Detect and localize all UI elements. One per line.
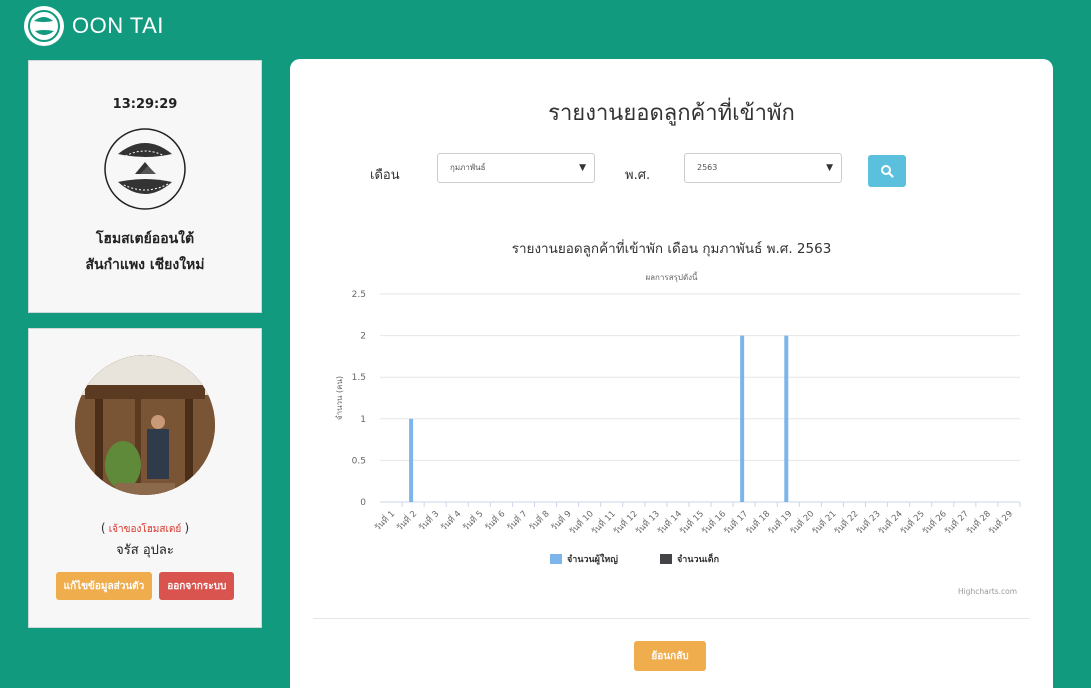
x-tick-label: วันที่ 6 xyxy=(482,508,508,534)
year-select[interactable]: 2563 ▼ xyxy=(684,153,842,183)
caret-down-icon: ▼ xyxy=(579,163,586,173)
y-tick-label: 1.5 xyxy=(352,373,366,383)
fish-logo-icon[interactable] xyxy=(24,6,64,46)
page-title: รายงานยอดลูกค้าที่เข้าพัก xyxy=(548,101,795,126)
x-tick-label: วันที่ 1 xyxy=(371,508,397,534)
avatar xyxy=(75,355,215,495)
fish-emblem-icon xyxy=(100,124,190,214)
x-tick-label: วันที่ 4 xyxy=(438,508,464,534)
brand-name[interactable]: OON TAI xyxy=(72,13,164,39)
y-tick-label: 2.5 xyxy=(352,290,366,300)
divider xyxy=(313,618,1029,619)
search-icon xyxy=(881,165,894,178)
legend-swatch xyxy=(660,554,672,564)
back-button[interactable]: ย้อนกลับ xyxy=(634,641,706,671)
y-tick-label: 0.5 xyxy=(352,456,366,466)
homestay-name: โฮมสเตย์ออนใต้ xyxy=(95,231,195,247)
x-tick-label: วันที่ 5 xyxy=(460,508,486,534)
y-tick-label: 0 xyxy=(360,498,366,508)
search-button[interactable] xyxy=(868,155,906,187)
legend-label: จำนวนเด็ก xyxy=(677,552,719,565)
year-label: พ.ศ. xyxy=(625,168,651,183)
logout-button[interactable]: ออกจากระบบ xyxy=(159,572,235,600)
x-tick-label: วันที่ 8 xyxy=(526,508,552,534)
highcharts-credit[interactable]: Highcharts.com xyxy=(958,587,1017,596)
role-paren-close: ) xyxy=(184,521,190,535)
chart-subtitle: ผลการสรุปดังนี้ xyxy=(645,273,698,282)
bar xyxy=(784,335,789,502)
year-select-value: 2563 xyxy=(697,163,718,172)
month-select-value: กุมภาพันธ์ xyxy=(450,163,486,172)
bar xyxy=(409,418,414,502)
homestay-location: สันกำแพง เชียงใหม่ xyxy=(85,257,205,273)
edit-profile-button[interactable]: แก้ไขข้อมูลส่วนตัว xyxy=(55,572,153,600)
x-tick-label: วันที่ 29 xyxy=(986,508,1015,537)
clock: 13:29:29 xyxy=(112,97,178,112)
report-content-card: รายงานยอดลูกค้าที่เข้าพัก เดือน กุมภาพัน… xyxy=(290,59,1053,688)
legend-label: จำนวนผู้ใหญ่ xyxy=(567,553,618,565)
user-role: เจ้าของโฮมสเตย์ xyxy=(108,524,182,535)
customer-report-chart: 00.511.522.5จำนวน (คน)วันที่ 1วันที่ 2วั… xyxy=(335,290,1021,565)
caret-down-icon: ▼ xyxy=(826,163,833,173)
chart-title: รายงานยอดลูกค้าที่เข้าพัก เดือน กุมภาพัน… xyxy=(511,241,832,257)
y-axis-title: จำนวน (คน) xyxy=(335,376,344,420)
x-tick-label: วันที่ 7 xyxy=(504,508,530,534)
x-tick-label: วันที่ 2 xyxy=(394,508,420,534)
y-tick-label: 1 xyxy=(360,415,366,425)
top-navbar: OON TAI xyxy=(0,0,1091,52)
x-tick-label: วันที่ 3 xyxy=(416,508,442,534)
bar xyxy=(740,335,745,502)
y-tick-label: 2 xyxy=(360,332,366,342)
user-profile-panel: ( เจ้าของโฮมสเตย์ ) จรัส อุปละ แก้ไขข้อม… xyxy=(28,328,262,628)
month-label: เดือน xyxy=(370,168,400,183)
user-name: จรัส อุปละ xyxy=(116,543,174,558)
month-select[interactable]: กุมภาพันธ์ ▼ xyxy=(437,153,595,183)
legend-swatch xyxy=(550,554,562,564)
homestay-info-panel: 13:29:29 โฮมสเตย์ออนใต้ สันกำแพง เชียงให… xyxy=(28,60,262,313)
role-paren-open: ( xyxy=(100,521,106,535)
